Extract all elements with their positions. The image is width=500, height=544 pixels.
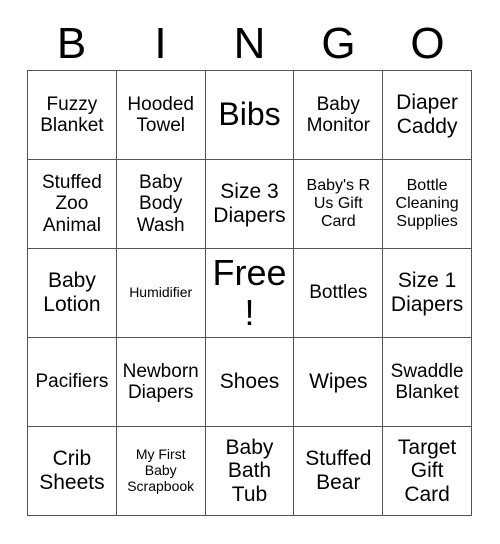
bingo-cell-label: Wipes [309,370,368,394]
bingo-cell-i2[interactable]: Baby Body Wash [116,160,206,249]
bingo-cell-label: Baby Lotion [43,269,101,316]
bingo-cell-o2[interactable]: Bottle Cleaning Supplies [383,160,472,249]
bingo-cell-label: Baby's R Us Gift Card [306,177,371,230]
bingo-cell-g4[interactable]: Wipes [294,338,384,427]
bingo-cell-label: Swaddle Blanket [390,360,464,403]
bingo-cell-label: Crib Sheets [39,447,105,494]
bingo-cell-g1[interactable]: Baby Monitor [294,71,384,160]
bingo-cell-i1[interactable]: Hooded Towel [116,71,206,160]
bingo-cell-g2[interactable]: Baby's R Us Gift Card [294,160,384,249]
bingo-cell-label: Newborn Diapers [122,360,199,403]
bingo-cell-g5[interactable]: Stuffed Bear [294,427,384,516]
bingo-cell-label: Stuffed Zoo Animal [41,172,102,236]
bingo-header-row: B I N G O [27,18,472,70]
bingo-cell-label: Bottles [309,282,368,304]
bingo-grid: Fuzzy Blanket Hooded Towel Bibs Baby Mon… [27,70,472,516]
bingo-cell-label: Baby Bath Tub [225,435,274,506]
header-letter-o: O [410,19,445,68]
bingo-cell-label: Size 3 Diapers [213,180,286,227]
bingo-cell-b4[interactable]: Pacifiers [28,338,117,427]
bingo-cell-i3[interactable]: Humidifier [116,249,206,338]
bingo-cell-n2[interactable]: Size 3 Diapers [205,160,295,249]
bingo-cell-o1[interactable]: Diaper Caddy [383,71,472,160]
bingo-cell-label: Target Gift Card [397,435,457,506]
bingo-cell-label: Pacifiers [35,371,109,393]
bingo-cell-b5[interactable]: Crib Sheets [28,427,117,516]
header-letter-i: I [154,19,167,68]
bingo-cell-label: Size 1 Diapers [390,269,464,316]
bingo-cell-label: Free! [212,251,287,333]
bingo-cell-label: Fuzzy Blanket [40,93,104,136]
bingo-cell-b1[interactable]: Fuzzy Blanket [28,71,117,160]
bingo-cell-o5[interactable]: Target Gift Card [383,427,472,516]
bingo-cell-label: Baby Body Wash [136,172,185,236]
bingo-cell-i4[interactable]: Newborn Diapers [116,338,206,427]
bingo-cell-o4[interactable]: Swaddle Blanket [383,338,472,427]
bingo-cell-free-space[interactable]: Free! [205,249,295,338]
bingo-cell-label: Diaper Caddy [396,91,459,138]
bingo-card: B I N G O Fuzzy Blanket Hooded Towel Bib… [0,0,500,544]
bingo-cell-i5[interactable]: My First Baby Scrapbook [116,427,206,516]
header-letter-g: G [321,19,356,68]
bingo-cell-b2[interactable]: Stuffed Zoo Animal [28,160,117,249]
bingo-cell-label: My First Baby Scrapbook [127,446,195,494]
bingo-cell-label: Shoes [219,370,280,394]
bingo-cell-label: Bibs [218,96,281,133]
bingo-cell-label: Baby Monitor [306,93,370,136]
bingo-cell-b3[interactable]: Baby Lotion [28,249,117,338]
header-letter-n: N [233,19,266,68]
bingo-cell-g3[interactable]: Bottles [294,249,384,338]
header-letter-b: B [56,19,87,68]
bingo-cell-label: Bottle Cleaning Supplies [395,177,459,230]
bingo-cell-label: Stuffed Bear [305,447,372,494]
bingo-cell-o3[interactable]: Size 1 Diapers [383,249,472,338]
bingo-cell-n5[interactable]: Baby Bath Tub [205,427,295,516]
bingo-cell-n4[interactable]: Shoes [205,338,295,427]
bingo-cell-n1[interactable]: Bibs [205,71,295,160]
bingo-cell-label: Hooded Towel [127,93,194,136]
bingo-cell-label: Humidifier [129,284,193,301]
